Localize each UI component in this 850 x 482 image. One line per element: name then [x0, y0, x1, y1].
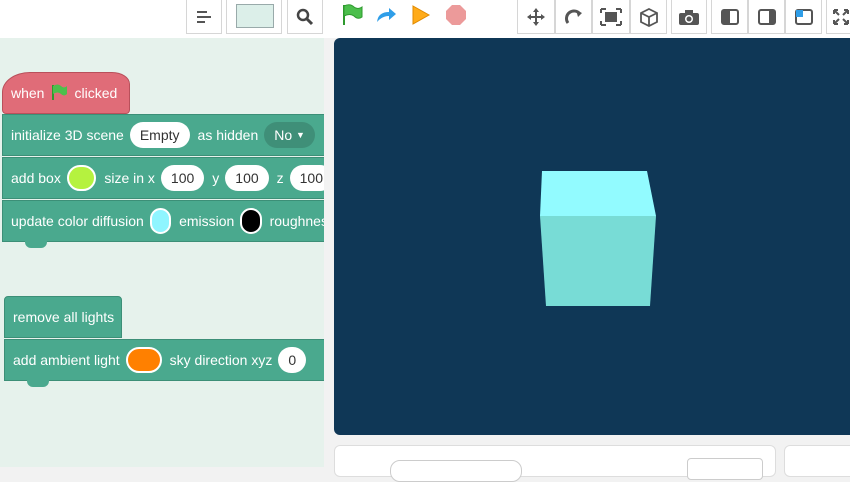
stage-panel — [784, 445, 850, 477]
box-color-picker[interactable] — [66, 165, 97, 191]
size-x-label: size in x — [104, 170, 155, 186]
scene-name-input[interactable]: Empty — [129, 122, 190, 148]
when-label: when — [11, 85, 45, 101]
rotate-icon[interactable] — [555, 0, 592, 34]
size-x-input[interactable]: 100 — [160, 165, 205, 191]
emission-color-picker[interactable] — [240, 208, 262, 234]
add-box-block[interactable]: add box size in x 100 y 100 z 100 — [2, 157, 324, 199]
add-box-label: add box — [11, 170, 61, 186]
toolbar — [0, 0, 850, 38]
ambient-label: add ambient light — [13, 352, 120, 368]
cube-icon[interactable] — [630, 0, 667, 34]
sprite-panel — [334, 445, 776, 482]
panel-divider[interactable] — [324, 38, 334, 467]
redo-icon[interactable] — [372, 2, 400, 28]
green-flag-icon — [50, 83, 68, 104]
caret-down-icon: ▼ — [296, 130, 305, 140]
camera-icon[interactable] — [671, 0, 707, 34]
stop-icon[interactable] — [442, 2, 470, 28]
init-label: initialize 3D scene — [11, 127, 124, 143]
roughness-label: roughness — [269, 213, 324, 229]
size-y-input[interactable]: 100 — [225, 165, 269, 191]
remove-lights-label: remove all lights — [13, 309, 115, 325]
layout-left-icon[interactable] — [711, 0, 748, 34]
color-swatch — [236, 4, 274, 28]
move-icon[interactable] — [517, 0, 555, 34]
remove-all-lights-block[interactable]: remove all lights — [4, 296, 122, 338]
layout-corner-icon[interactable] — [785, 0, 822, 34]
cube-render — [540, 171, 656, 306]
hidden-dropdown[interactable]: No ▼ — [264, 122, 315, 148]
update-color-block[interactable]: update color diffusion emission roughnes… — [2, 200, 324, 248]
initialize-3d-scene-block[interactable]: initialize 3D scene Empty as hidden No ▼ — [2, 114, 324, 156]
search-icon[interactable] — [287, 0, 323, 34]
stage-canvas[interactable] — [334, 38, 850, 435]
ambient-color-picker[interactable] — [125, 347, 162, 373]
layout-right-icon[interactable] — [748, 0, 785, 34]
when-flag-clicked-block[interactable]: when clicked — [2, 72, 130, 114]
list-icon[interactable] — [186, 0, 222, 34]
code-area[interactable]: when clicked initialize 3D scene Empty a… — [0, 38, 324, 467]
green-flag-icon[interactable] — [338, 2, 366, 28]
size-z-input[interactable]: 100 — [289, 165, 324, 191]
diffusion-color-picker[interactable] — [149, 208, 172, 234]
sky-direction-input[interactable]: 0 — [278, 347, 307, 373]
view-toggle-button[interactable] — [687, 458, 763, 480]
clicked-label: clicked — [74, 85, 118, 101]
as-hidden-label: as hidden — [197, 127, 259, 143]
expand-icon[interactable] — [826, 0, 850, 34]
z-label: z — [276, 170, 284, 186]
fullscreen-icon[interactable] — [592, 0, 630, 34]
sky-direction-label: sky direction xyz — [169, 352, 273, 368]
add-ambient-light-block[interactable]: add ambient light sky direction xyz 0 — [4, 339, 324, 387]
play-icon[interactable] — [406, 2, 434, 28]
emission-label: emission — [179, 213, 235, 229]
color-swatch-button[interactable] — [226, 0, 282, 34]
y-label: y — [212, 170, 220, 186]
sprite-name-input[interactable] — [390, 460, 522, 482]
hidden-dropdown-value: No — [274, 127, 293, 143]
update-color-label: update color diffusion — [11, 213, 144, 229]
